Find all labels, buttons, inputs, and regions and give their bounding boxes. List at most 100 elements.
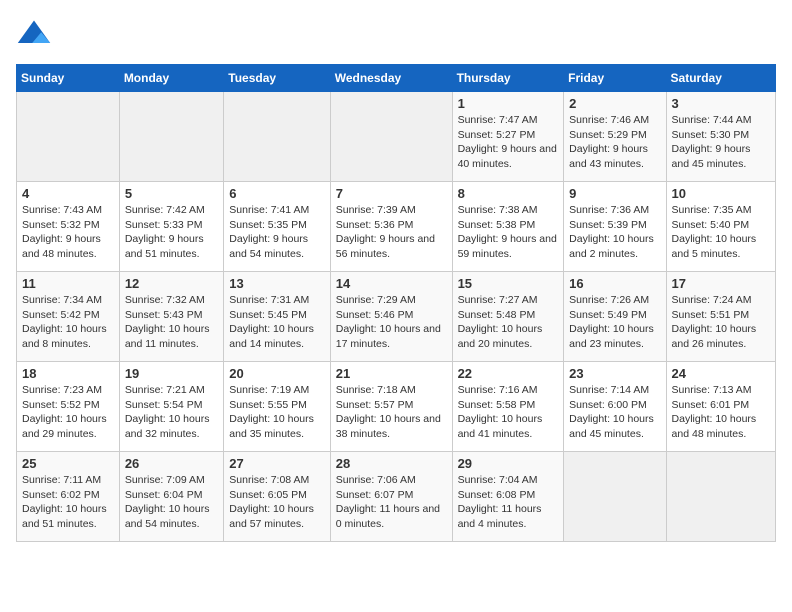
week-row-5: 25 Sunrise: 7:11 AM Sunset: 6:02 PM Dayli…	[17, 452, 776, 542]
calendar-cell: 1 Sunrise: 7:47 AM Sunset: 5:27 PM Daylig…	[452, 92, 564, 182]
day-content: Sunrise: 7:47 AM Sunset: 5:27 PM Dayligh…	[458, 113, 559, 172]
calendar-cell: 10Sunrise: 7:35 AM Sunset: 5:40 PM Dayli…	[666, 182, 775, 272]
page-header	[16, 16, 776, 52]
day-content: Sunrise: 7:14 AM Sunset: 6:00 PM Dayligh…	[569, 383, 660, 442]
day-content: Sunrise: 7:31 AM Sunset: 5:45 PM Dayligh…	[229, 293, 324, 352]
day-content: Sunrise: 7:29 AM Sunset: 5:46 PM Dayligh…	[336, 293, 447, 352]
calendar-cell: 19 Sunrise: 7:21 AM Sunset: 5:54 PM Dayli…	[119, 362, 223, 452]
day-number: 16	[569, 276, 660, 291]
day-content: Sunrise: 7:44 AM Sunset: 5:30 PM Dayligh…	[672, 113, 770, 172]
calendar-cell	[330, 92, 452, 182]
day-content: Sunrise: 7:21 AM Sunset: 5:54 PM Dayligh…	[125, 383, 218, 442]
calendar-cell: 23 Sunrise: 7:14 AM Sunset: 6:00 PM Dayli…	[564, 362, 666, 452]
calendar-cell	[666, 452, 775, 542]
day-number: 12	[125, 276, 218, 291]
week-row-2: 4 Sunrise: 7:43 AM Sunset: 5:32 PM Daylig…	[17, 182, 776, 272]
calendar-cell: 25 Sunrise: 7:11 AM Sunset: 6:02 PM Dayli…	[17, 452, 120, 542]
day-number: 23	[569, 366, 660, 381]
header-cell-sunday: Sunday	[17, 65, 120, 92]
day-content: Sunrise: 7:46 AM Sunset: 5:29 PM Dayligh…	[569, 113, 660, 172]
day-number: 2	[569, 96, 660, 111]
day-number: 15	[458, 276, 559, 291]
calendar-body: 1 Sunrise: 7:47 AM Sunset: 5:27 PM Daylig…	[17, 92, 776, 542]
day-number: 25	[22, 456, 114, 471]
calendar-cell: 14 Sunrise: 7:29 AM Sunset: 5:46 PM Dayli…	[330, 272, 452, 362]
calendar-cell: 9 Sunrise: 7:36 AM Sunset: 5:39 PM Daylig…	[564, 182, 666, 272]
day-number: 14	[336, 276, 447, 291]
calendar-cell: 2 Sunrise: 7:46 AM Sunset: 5:29 PM Daylig…	[564, 92, 666, 182]
day-content: Sunrise: 7:42 AM Sunset: 5:33 PM Dayligh…	[125, 203, 218, 262]
day-number: 24	[672, 366, 770, 381]
day-number: 17	[672, 276, 770, 291]
day-number: 28	[336, 456, 447, 471]
header-cell-saturday: Saturday	[666, 65, 775, 92]
calendar-cell: 5 Sunrise: 7:42 AM Sunset: 5:33 PM Daylig…	[119, 182, 223, 272]
header-cell-wednesday: Wednesday	[330, 65, 452, 92]
header-row: SundayMondayTuesdayWednesdayThursdayFrid…	[17, 65, 776, 92]
day-content: Sunrise: 7:39 AM Sunset: 5:36 PM Dayligh…	[336, 203, 447, 262]
day-content: Sunrise: 7:26 AM Sunset: 5:49 PM Dayligh…	[569, 293, 660, 352]
day-content: Sunrise: 7:18 AM Sunset: 5:57 PM Dayligh…	[336, 383, 447, 442]
calendar-cell: 16 Sunrise: 7:26 AM Sunset: 5:49 PM Dayli…	[564, 272, 666, 362]
logo-icon	[16, 16, 52, 52]
calendar-cell: 29 Sunrise: 7:04 AM Sunset: 6:08 PM Dayli…	[452, 452, 564, 542]
day-number: 8	[458, 186, 559, 201]
header-cell-friday: Friday	[564, 65, 666, 92]
day-number: 7	[336, 186, 447, 201]
day-number: 6	[229, 186, 324, 201]
calendar-cell	[17, 92, 120, 182]
day-content: Sunrise: 7:34 AM Sunset: 5:42 PM Dayligh…	[22, 293, 114, 352]
calendar-cell: 24 Sunrise: 7:13 AM Sunset: 6:01 PM Dayli…	[666, 362, 775, 452]
day-content: Sunrise: 7:19 AM Sunset: 5:55 PM Dayligh…	[229, 383, 324, 442]
calendar-cell: 4 Sunrise: 7:43 AM Sunset: 5:32 PM Daylig…	[17, 182, 120, 272]
day-number: 5	[125, 186, 218, 201]
calendar-cell: 17 Sunrise: 7:24 AM Sunset: 5:51 PM Dayli…	[666, 272, 775, 362]
day-content: Sunrise: 7:43 AM Sunset: 5:32 PM Dayligh…	[22, 203, 114, 262]
calendar-cell: 13 Sunrise: 7:31 AM Sunset: 5:45 PM Dayli…	[224, 272, 330, 362]
day-content: Sunrise: 7:16 AM Sunset: 5:58 PM Dayligh…	[458, 383, 559, 442]
calendar-cell: 22 Sunrise: 7:16 AM Sunset: 5:58 PM Dayli…	[452, 362, 564, 452]
day-content: Sunrise: 7:09 AM Sunset: 6:04 PM Dayligh…	[125, 473, 218, 532]
day-content: Sunrise: 7:04 AM Sunset: 6:08 PM Dayligh…	[458, 473, 559, 532]
header-cell-thursday: Thursday	[452, 65, 564, 92]
day-number: 3	[672, 96, 770, 111]
calendar-cell: 26 Sunrise: 7:09 AM Sunset: 6:04 PM Dayli…	[119, 452, 223, 542]
day-number: 13	[229, 276, 324, 291]
day-content: Sunrise: 7:06 AM Sunset: 6:07 PM Dayligh…	[336, 473, 447, 532]
day-number: 27	[229, 456, 324, 471]
header-cell-tuesday: Tuesday	[224, 65, 330, 92]
day-content: Sunrise: 7:32 AM Sunset: 5:43 PM Dayligh…	[125, 293, 218, 352]
day-content: Sunrise: 7:41 AM Sunset: 5:35 PM Dayligh…	[229, 203, 324, 262]
day-content: Sunrise: 7:36 AM Sunset: 5:39 PM Dayligh…	[569, 203, 660, 262]
calendar-cell: 11Sunrise: 7:34 AM Sunset: 5:42 PM Dayli…	[17, 272, 120, 362]
day-content: Sunrise: 7:13 AM Sunset: 6:01 PM Dayligh…	[672, 383, 770, 442]
calendar-cell: 8 Sunrise: 7:38 AM Sunset: 5:38 PM Daylig…	[452, 182, 564, 272]
calendar-cell: 15 Sunrise: 7:27 AM Sunset: 5:48 PM Dayli…	[452, 272, 564, 362]
calendar-cell: 21 Sunrise: 7:18 AM Sunset: 5:57 PM Dayli…	[330, 362, 452, 452]
day-content: Sunrise: 7:24 AM Sunset: 5:51 PM Dayligh…	[672, 293, 770, 352]
day-content: Sunrise: 7:38 AM Sunset: 5:38 PM Dayligh…	[458, 203, 559, 262]
day-number: 26	[125, 456, 218, 471]
calendar-cell: 3 Sunrise: 7:44 AM Sunset: 5:30 PM Daylig…	[666, 92, 775, 182]
calendar-header: SundayMondayTuesdayWednesdayThursdayFrid…	[17, 65, 776, 92]
day-number: 1	[458, 96, 559, 111]
day-content: Sunrise: 7:11 AM Sunset: 6:02 PM Dayligh…	[22, 473, 114, 532]
day-number: 22	[458, 366, 559, 381]
day-number: 19	[125, 366, 218, 381]
calendar-table: SundayMondayTuesdayWednesdayThursdayFrid…	[16, 64, 776, 542]
calendar-cell: 18Sunrise: 7:23 AM Sunset: 5:52 PM Dayli…	[17, 362, 120, 452]
calendar-cell	[119, 92, 223, 182]
day-content: Sunrise: 7:27 AM Sunset: 5:48 PM Dayligh…	[458, 293, 559, 352]
logo	[16, 16, 58, 52]
calendar-cell: 7 Sunrise: 7:39 AM Sunset: 5:36 PM Daylig…	[330, 182, 452, 272]
header-cell-monday: Monday	[119, 65, 223, 92]
day-number: 9	[569, 186, 660, 201]
day-number: 18	[22, 366, 114, 381]
day-number: 21	[336, 366, 447, 381]
calendar-cell: 12 Sunrise: 7:32 AM Sunset: 5:43 PM Dayli…	[119, 272, 223, 362]
day-number: 4	[22, 186, 114, 201]
day-number: 10	[672, 186, 770, 201]
day-number: 29	[458, 456, 559, 471]
week-row-1: 1 Sunrise: 7:47 AM Sunset: 5:27 PM Daylig…	[17, 92, 776, 182]
week-row-4: 18Sunrise: 7:23 AM Sunset: 5:52 PM Dayli…	[17, 362, 776, 452]
